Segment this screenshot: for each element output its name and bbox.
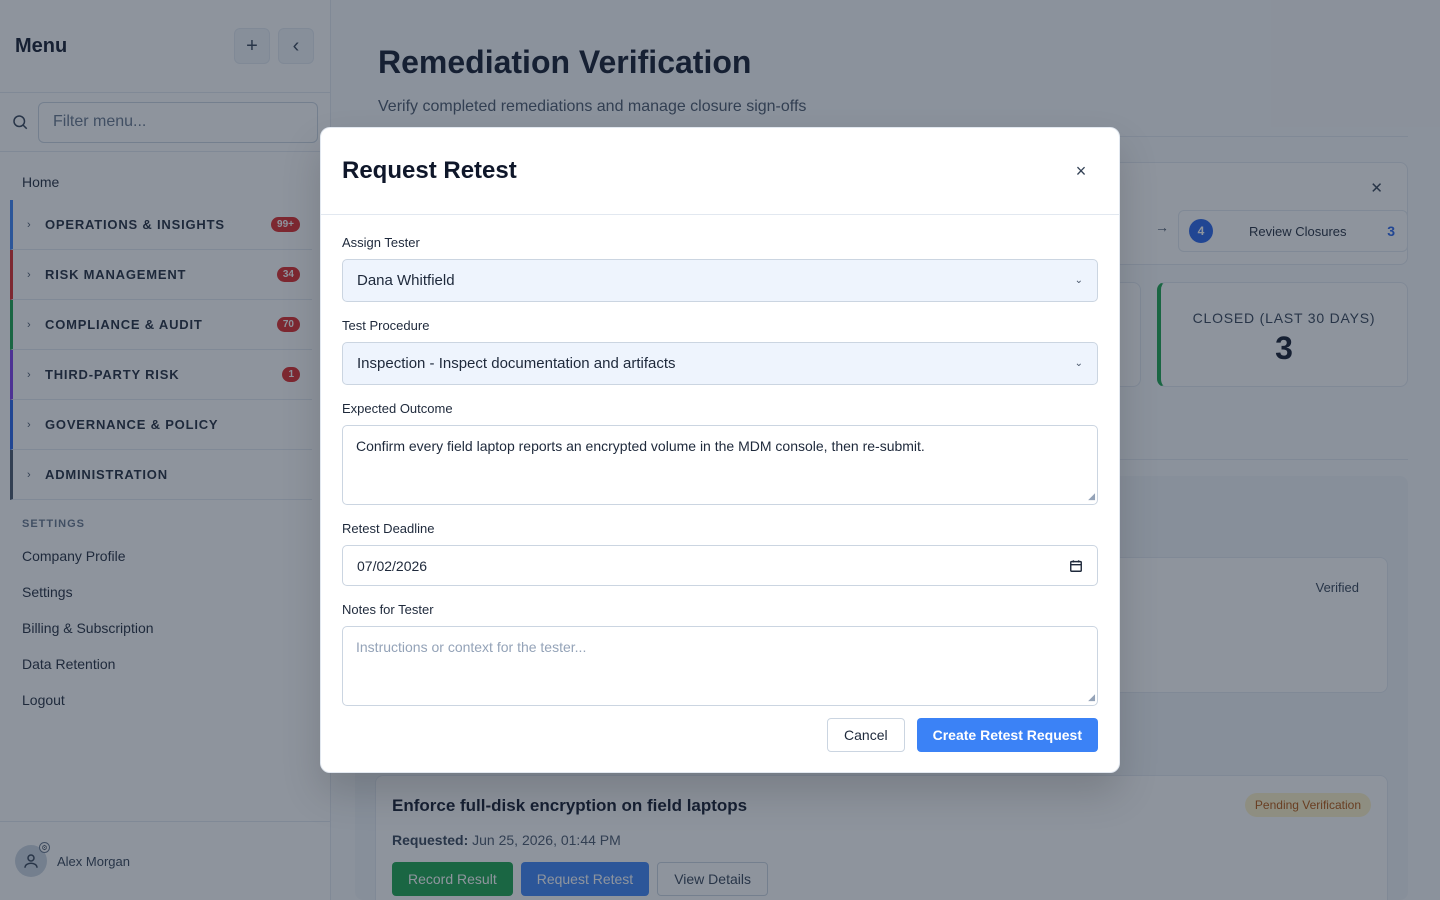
test-procedure-label: Test Procedure (342, 318, 430, 333)
retest-deadline-value: 07/02/2026 (357, 557, 428, 574)
chevron-down-icon: ⌄ (1074, 358, 1083, 369)
chevron-down-icon: ⌄ (1074, 275, 1083, 286)
test-procedure-value: Inspection - Inspect documentation and a… (357, 355, 676, 372)
modal-body: Assign Tester Dana Whitfield ⌄ Test Proc… (321, 235, 1119, 706)
notes-label: Notes for Tester (342, 602, 434, 617)
assign-tester-label: Assign Tester (342, 235, 420, 250)
calendar-icon (1070, 559, 1082, 572)
expected-outcome-value: Confirm every field laptop reports an en… (356, 438, 925, 454)
expected-outcome-label: Expected Outcome (342, 401, 453, 416)
resize-handle-icon[interactable]: ◢ (1088, 491, 1095, 502)
assign-tester-select[interactable]: Dana Whitfield ⌄ (342, 259, 1098, 302)
request-retest-modal: Request Retest × Assign Tester Dana Whit… (320, 127, 1120, 773)
cancel-button[interactable]: Cancel (827, 718, 905, 752)
assign-tester-value: Dana Whitfield (357, 272, 455, 289)
notes-placeholder: Instructions or context for the tester..… (356, 639, 587, 655)
close-icon[interactable]: × (1069, 159, 1093, 183)
modal-title: Request Retest (342, 157, 517, 184)
modal-header: Request Retest × (321, 128, 1119, 215)
retest-deadline-label: Retest Deadline (342, 521, 435, 536)
create-retest-request-button[interactable]: Create Retest Request (916, 718, 1098, 752)
test-procedure-select[interactable]: Inspection - Inspect documentation and a… (342, 342, 1098, 385)
expected-outcome-textarea[interactable]: Confirm every field laptop reports an en… (342, 425, 1098, 505)
resize-handle-icon[interactable]: ◢ (1088, 692, 1095, 703)
retest-deadline-input[interactable]: 07/02/2026 (342, 545, 1098, 586)
modal-actions: Cancel Create Retest Request (827, 718, 1098, 752)
notes-textarea[interactable]: Instructions or context for the tester..… (342, 626, 1098, 706)
